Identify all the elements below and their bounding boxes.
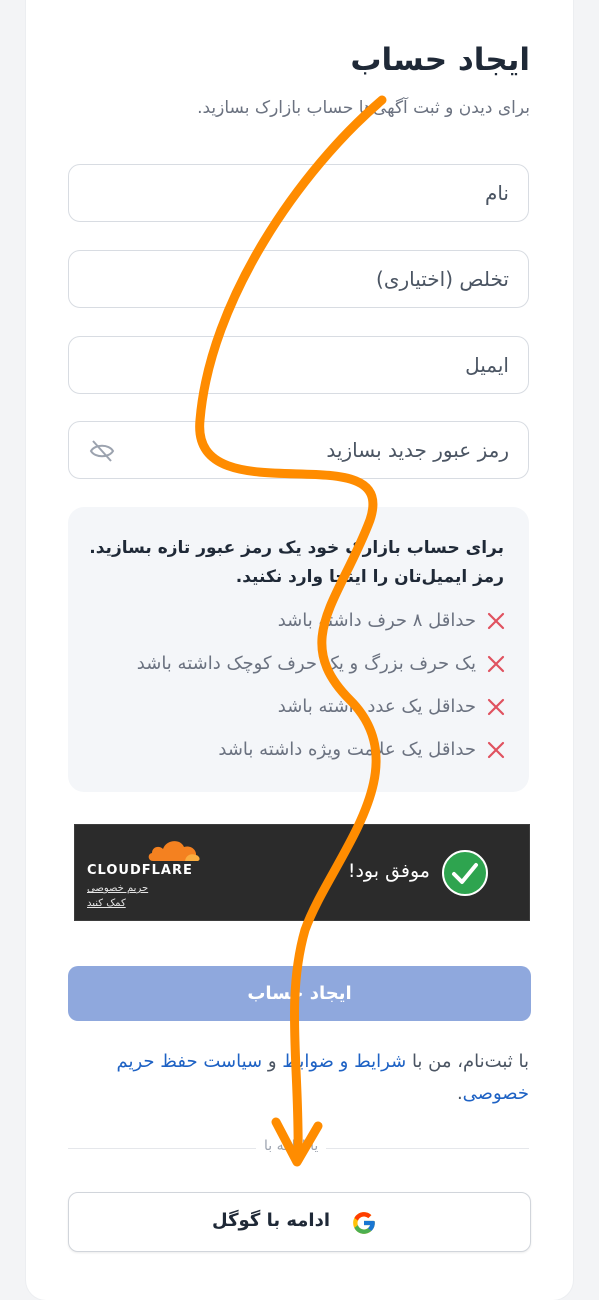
cloud-icon	[145, 835, 203, 863]
nickname-input[interactable]	[69, 251, 528, 307]
or-divider-label: یا ادامه با	[256, 1138, 326, 1154]
captcha-help-link[interactable]: کمک کنید	[87, 898, 126, 909]
rule-item-label: حداقل ۸ حرف داشته باشد	[278, 610, 476, 631]
eye-off-icon[interactable]	[87, 437, 117, 465]
x-icon	[486, 654, 506, 674]
captcha-status: موفق بود!	[348, 860, 430, 882]
rule-item-case: یک حرف بزرگ و یک حرف کوچک داشته باشد	[137, 653, 506, 674]
name-field-wrapper	[68, 164, 529, 222]
password-field-wrapper	[68, 421, 529, 479]
password-rules-box: برای حساب بازارک خود یک رمز عبور تازه بس…	[68, 507, 529, 792]
password-rules-intro-line2: رمز ایمیل‌تان را اینجا وارد نکنید.	[89, 563, 504, 592]
cloudflare-logo: CLOUDFLARE	[87, 835, 202, 877]
nickname-field-wrapper	[68, 250, 529, 308]
terms-prefix: با ثبت‌نام، من با	[412, 1051, 529, 1072]
create-account-button[interactable]: ایجاد حساب	[68, 966, 531, 1021]
terms-and: و	[268, 1051, 277, 1072]
x-icon	[486, 611, 506, 631]
rule-item-label: حداقل یک عدد داشته باشد	[278, 696, 476, 717]
password-rules-intro: برای حساب بازارک خود یک رمز عبور تازه بس…	[89, 534, 504, 592]
google-button-label: ادامه با گوگل	[212, 1210, 330, 1231]
google-signin-button[interactable]: ادامه با گوگل	[68, 1192, 531, 1252]
page-title: ایجاد حساب	[350, 42, 530, 78]
captcha-privacy-link[interactable]: حریم خصوصی	[87, 883, 148, 894]
terms-text: با ثبت‌نام، من با شرایط و ضوابط و سیاست …	[68, 1046, 529, 1110]
signup-page: ایجاد حساب برای دیدن و ثبت آگهی‌ها حساب …	[0, 0, 599, 1280]
email-input[interactable]	[69, 337, 528, 393]
rule-item-number: حداقل یک عدد داشته باشد	[278, 696, 506, 717]
rule-item-label: حداقل یک علامت ویژه داشته باشد	[218, 739, 476, 760]
terms-link[interactable]: شرایط و ضوابط	[282, 1051, 406, 1072]
x-icon	[486, 697, 506, 717]
cloudflare-captcha[interactable]: موفق بود! CLOUDFLARE حریم خصوصی کمک کنید	[74, 824, 530, 921]
check-circle-icon	[441, 849, 489, 897]
rule-item-symbol: حداقل یک علامت ویژه داشته باشد	[218, 739, 506, 760]
cloudflare-wordmark: CLOUDFLARE	[87, 863, 193, 878]
name-input[interactable]	[69, 165, 528, 221]
page-subtitle: برای دیدن و ثبت آگهی‌ها حساب بازارک بساز…	[197, 98, 530, 118]
password-input[interactable]	[69, 422, 528, 478]
rule-item-label: یک حرف بزرگ و یک حرف کوچک داشته باشد	[137, 653, 476, 674]
rule-item-length: حداقل ۸ حرف داشته باشد	[278, 610, 506, 631]
x-icon	[486, 740, 506, 760]
password-rules-intro-line1: برای حساب بازارک خود یک رمز عبور تازه بس…	[89, 534, 504, 563]
email-field-wrapper	[68, 336, 529, 394]
google-icon	[351, 1210, 377, 1236]
